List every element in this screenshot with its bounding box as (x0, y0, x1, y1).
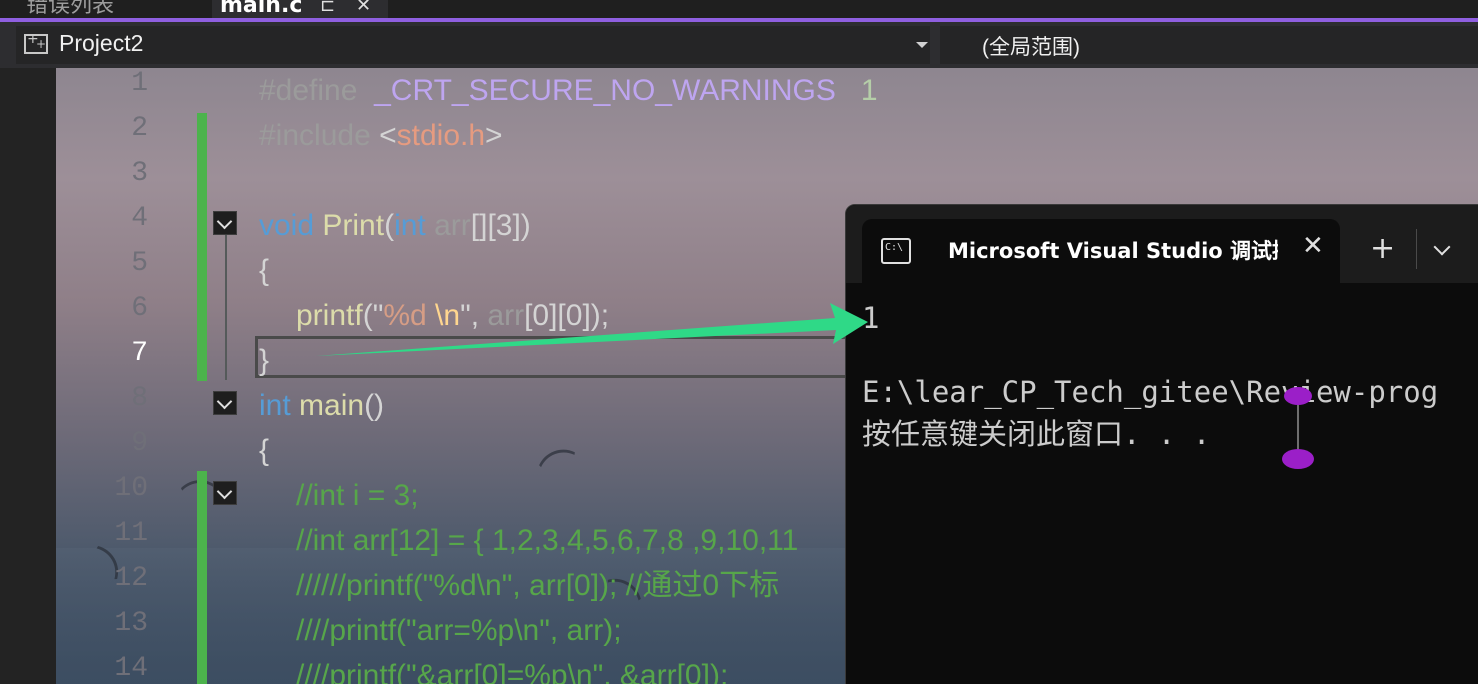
text-cursor-marker-bottom (1282, 449, 1314, 469)
text-cursor-marker-top (1284, 387, 1312, 405)
annotation-arrow (316, 303, 868, 356)
annotation-overlay (316, 303, 1314, 469)
